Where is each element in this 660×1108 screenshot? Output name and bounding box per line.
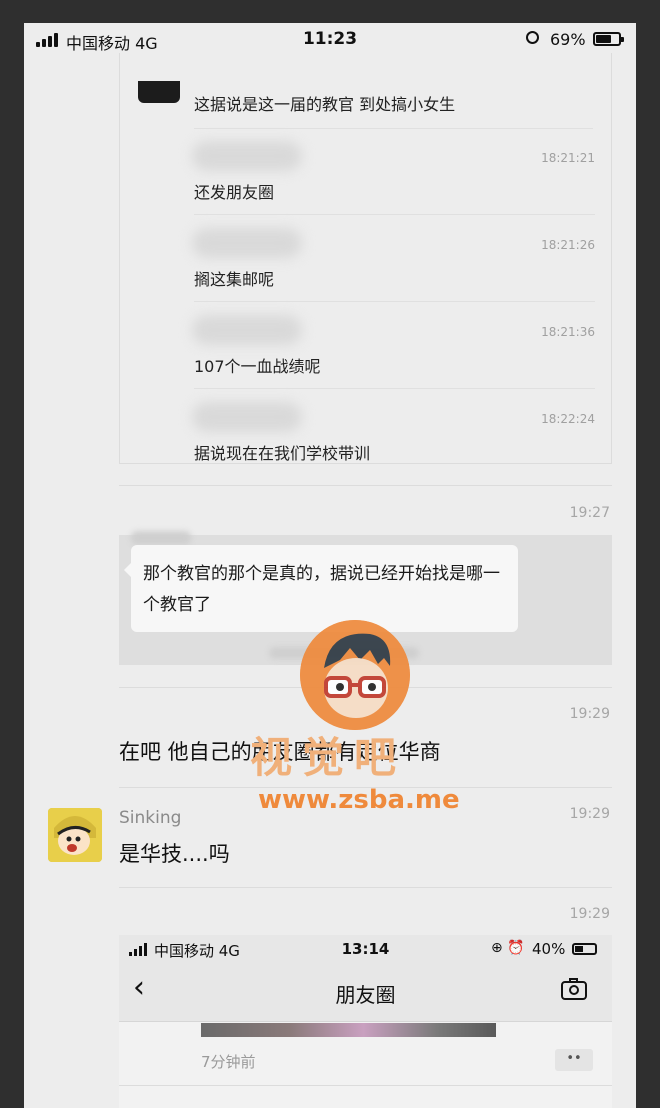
post-time: 7分钟前 bbox=[201, 1053, 256, 1071]
status-bar: 中国移动 4G 11:23 69% bbox=[24, 23, 636, 57]
record-text: 107个一血战绩呢 bbox=[194, 357, 321, 376]
watermark-title: 视觉吧 bbox=[250, 733, 407, 782]
status-time: 11:23 bbox=[302, 29, 358, 49]
message-separator bbox=[119, 887, 612, 888]
chat-bubble[interactable]: 那个教官的那个是真的，据说已经开始找是哪一个教官了 bbox=[124, 545, 518, 632]
rotation-lock-icon bbox=[526, 31, 539, 44]
record-entry: 18:21:21 还发朋友圈 bbox=[120, 129, 613, 215]
more-icon: •• bbox=[555, 1049, 593, 1071]
post-photo bbox=[201, 1023, 496, 1037]
record-entry: 18:21:26 搁这集邮呢 bbox=[120, 216, 613, 302]
battery-percent: 69% bbox=[550, 30, 586, 49]
record-first-text: 这据说是这一届的教官 到处搞小女生 bbox=[194, 95, 456, 114]
record-divider bbox=[194, 214, 595, 215]
screenshot-image[interactable]: 中国移动 4G 13:14 ⊕ ⏰ 40% ‹ 朋友圈 7分钟前 •• bbox=[119, 935, 612, 1108]
camera-icon bbox=[561, 978, 587, 1000]
embedded-nav-bar: ‹ 朋友圈 bbox=[119, 963, 612, 1022]
phone-screen: 中国移动 4G 11:23 69% 这据说是这一届的教官 到处搞小女生 18:2… bbox=[24, 23, 636, 1108]
message-time: 19:29 bbox=[569, 906, 610, 922]
blurred-name bbox=[192, 141, 302, 171]
watermark-url: www.zsba.me bbox=[258, 785, 460, 815]
embedded-status-bar: 中国移动 4G 13:14 ⊕ ⏰ 40% bbox=[119, 935, 612, 963]
blurred-name bbox=[131, 531, 191, 545]
alarm-icon: ⊕ ⏰ bbox=[491, 940, 525, 956]
record-time: 18:21:21 bbox=[541, 151, 595, 165]
record-time: 18:22:24 bbox=[541, 412, 595, 426]
message-text: 是华技....吗 bbox=[119, 842, 230, 866]
record-time: 18:21:26 bbox=[541, 238, 595, 252]
battery-icon bbox=[593, 32, 624, 46]
page-title: 朋友圈 bbox=[335, 983, 396, 1007]
record-text: 搁这集邮呢 bbox=[194, 270, 275, 289]
record-time: 18:21:36 bbox=[541, 325, 595, 339]
post-divider bbox=[119, 1085, 612, 1086]
record-text: 还发朋友圈 bbox=[194, 183, 275, 202]
message-time: 19:29 bbox=[569, 706, 610, 722]
message-time: 19:29 bbox=[569, 806, 610, 822]
record-divider bbox=[194, 388, 595, 389]
blurred-name bbox=[192, 228, 302, 258]
battery-icon bbox=[572, 943, 597, 955]
battery-percent: 40% bbox=[532, 940, 566, 958]
sender-name: Sinking bbox=[119, 808, 182, 828]
record-entry: 18:22:24 据说现在在我们学校带训 bbox=[120, 390, 613, 476]
record-divider bbox=[194, 301, 595, 302]
blurred-name bbox=[192, 402, 302, 432]
blurred-name bbox=[192, 315, 302, 345]
record-entry: 18:21:36 107个一血战绩呢 bbox=[120, 303, 613, 389]
chat-record-card[interactable]: 这据说是这一届的教官 到处搞小女生 18:21:21 还发朋友圈 18:21:2… bbox=[119, 53, 612, 464]
record-text: 据说现在在我们学校带训 bbox=[194, 444, 371, 463]
watermark-logo bbox=[300, 620, 410, 730]
message-separator bbox=[119, 485, 612, 486]
message-time: 19:27 bbox=[569, 505, 610, 521]
record-avatar bbox=[138, 81, 180, 103]
avatar[interactable] bbox=[48, 808, 102, 862]
